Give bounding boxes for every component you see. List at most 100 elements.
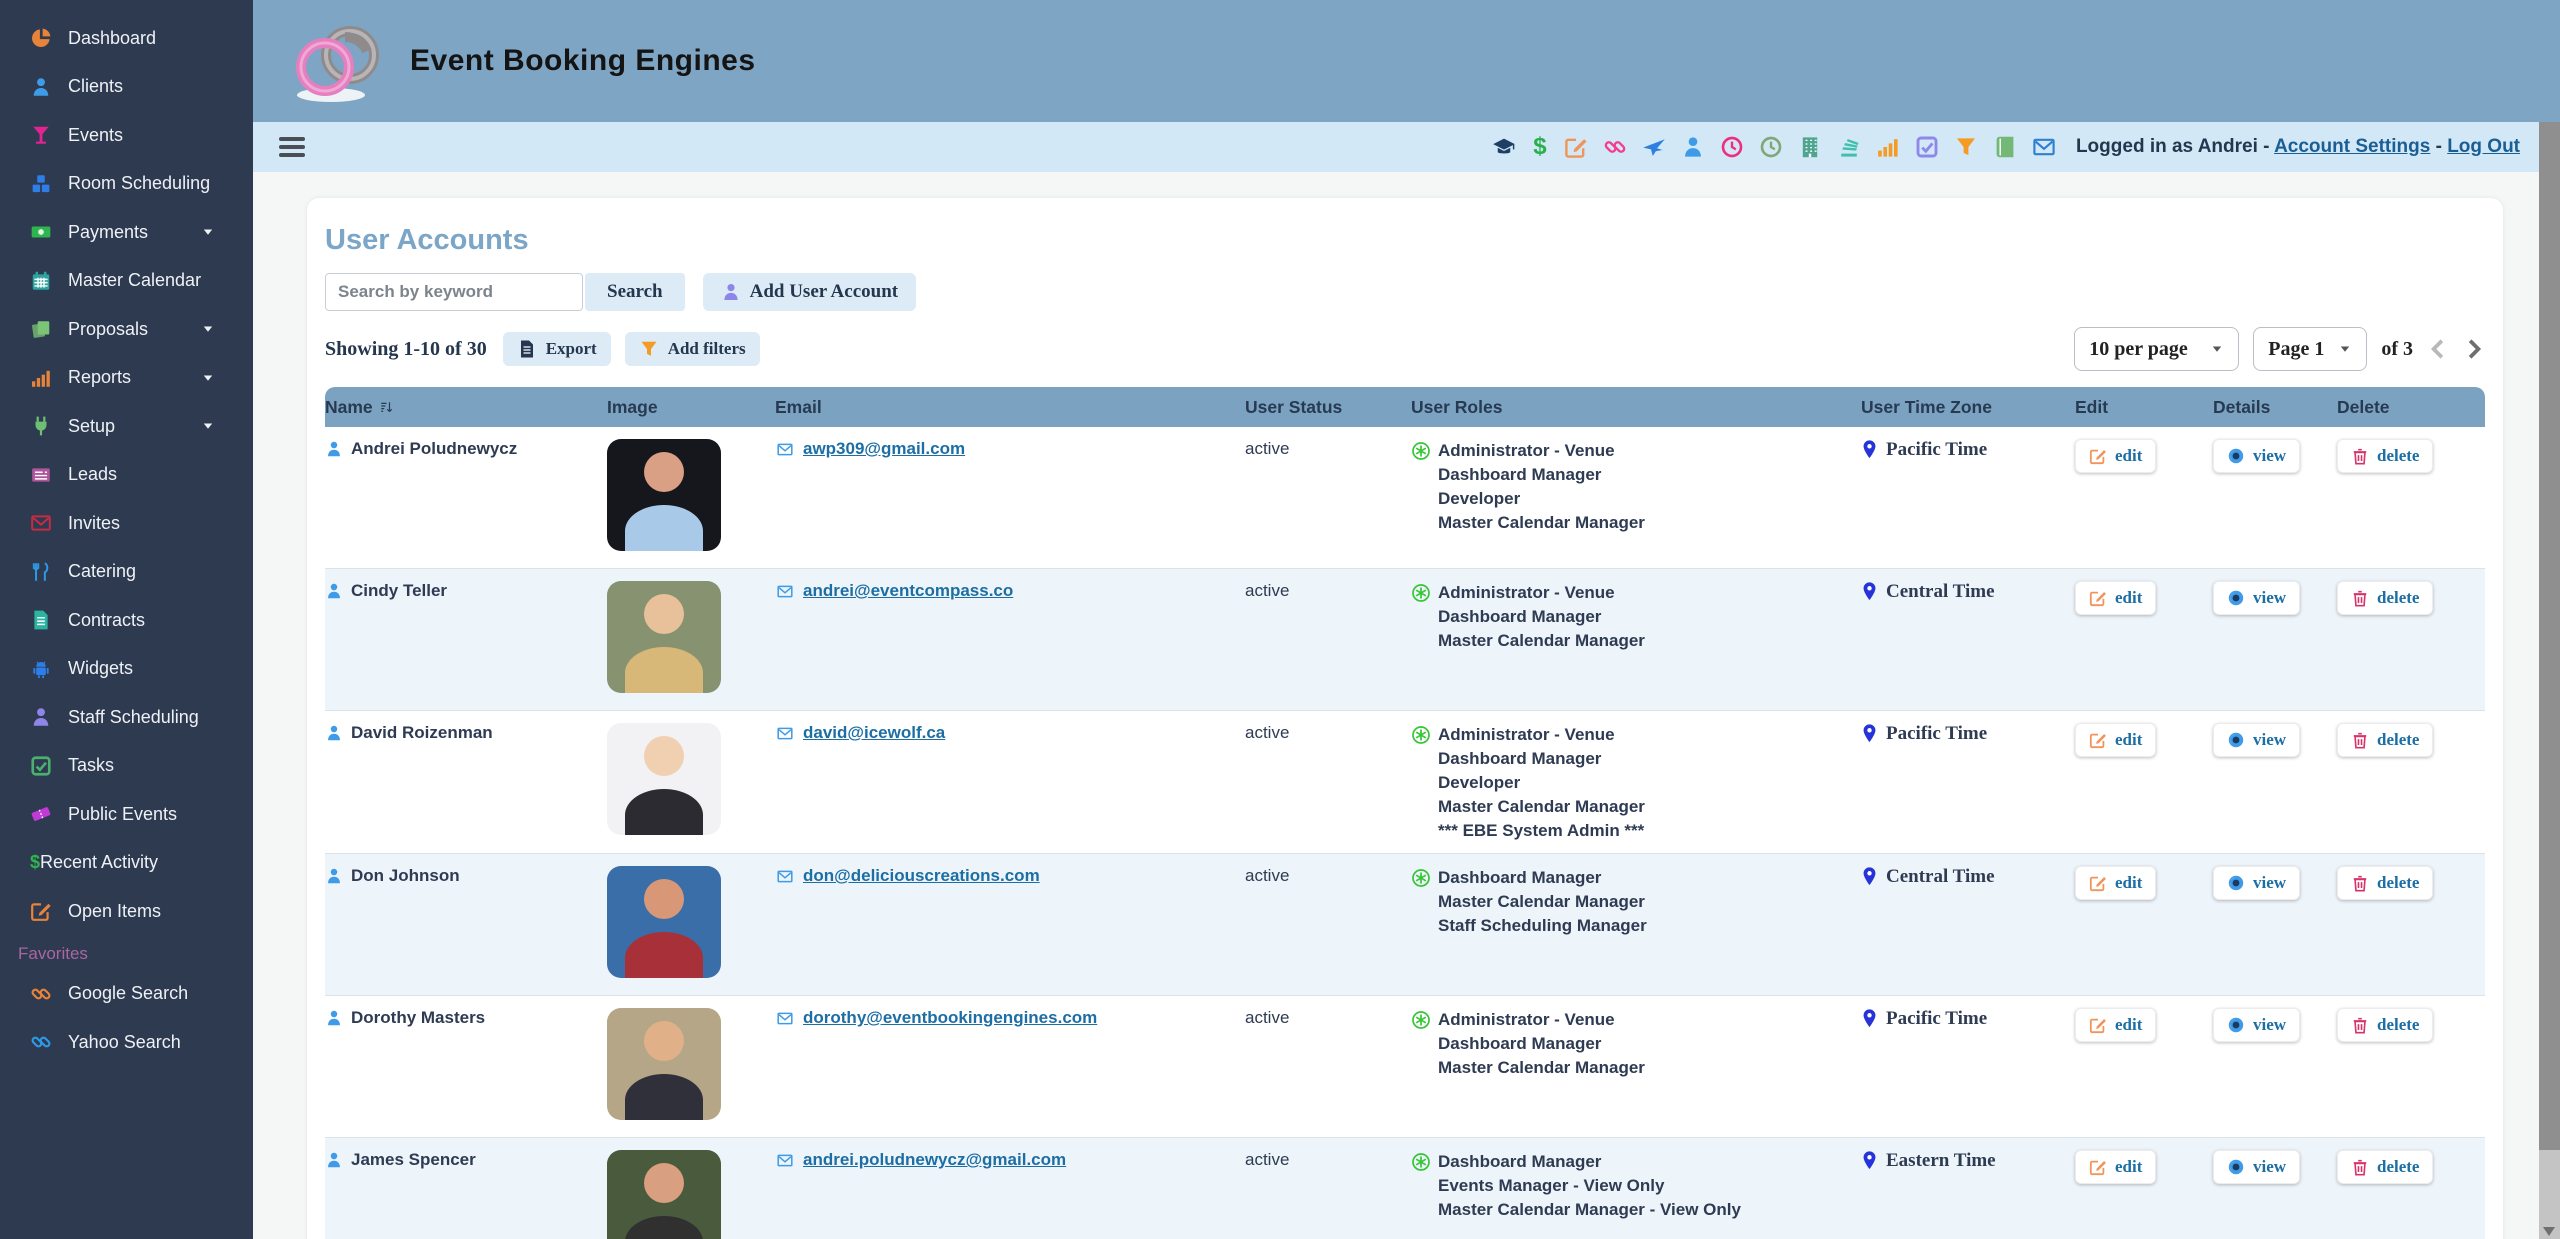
email-link[interactable]: don@deliciouscreations.com — [803, 866, 1040, 886]
view-button[interactable]: view — [2213, 1008, 2300, 1042]
column-header-details[interactable]: Details — [2213, 397, 2337, 418]
email-link[interactable]: andrei.poludnewycz@gmail.com — [803, 1150, 1066, 1170]
sidebar-item-invites[interactable]: Invites — [0, 499, 253, 548]
building-icon[interactable] — [1798, 135, 1822, 159]
sidebar-item-payments[interactable]: Payments — [0, 208, 253, 257]
pencil-square-icon[interactable] — [1564, 135, 1588, 159]
vertical-scrollbar[interactable] — [2539, 122, 2560, 1239]
user-avatar — [607, 439, 721, 551]
email-link[interactable]: dorothy@eventbookingengines.com — [803, 1008, 1097, 1028]
sidebar-item-recent-activity[interactable]: $Recent Activity — [0, 839, 253, 888]
paper-plane-icon[interactable] — [1642, 135, 1666, 159]
delete-button[interactable]: delete — [2337, 581, 2433, 615]
column-header-image[interactable]: Image — [607, 397, 775, 418]
add-filters-button[interactable]: Add filters — [625, 332, 760, 366]
scrollbar-down-arrow[interactable] — [2543, 1227, 2555, 1236]
column-header-user-roles[interactable]: User Roles — [1411, 397, 1861, 418]
export-button[interactable]: Export — [503, 332, 611, 366]
sidebar-item-label: Recent Activity — [40, 852, 235, 873]
delete-button[interactable]: delete — [2337, 1150, 2433, 1184]
graduation-cap-icon[interactable] — [1492, 135, 1516, 159]
sidebar-item-contracts[interactable]: Contracts — [0, 596, 253, 645]
sidebar-item-clients[interactable]: Clients — [0, 63, 253, 112]
column-header-email[interactable]: Email — [775, 397, 1245, 418]
sidebar-item-leads[interactable]: Leads — [0, 451, 253, 500]
per-page-select[interactable]: 10 per page — [2074, 327, 2239, 371]
sidebar-item-master-calendar[interactable]: Master Calendar — [0, 257, 253, 306]
stack-icon[interactable] — [1837, 135, 1861, 159]
edit-button[interactable]: edit — [2075, 1150, 2156, 1184]
dollar-icon[interactable]: $ — [1531, 133, 1549, 161]
column-header-user-status[interactable]: User Status — [1245, 397, 1411, 418]
sidebar-item-label: Public Events — [68, 804, 235, 825]
view-button[interactable]: view — [2213, 1150, 2300, 1184]
scrollbar-thumb[interactable] — [2539, 122, 2560, 1150]
view-button[interactable]: view — [2213, 581, 2300, 615]
column-header-delete[interactable]: Delete — [2337, 397, 2485, 418]
pencil-square-icon — [2089, 1158, 2107, 1176]
edit-button[interactable]: edit — [2075, 581, 2156, 615]
user-role: Master Calendar Manager - View Only — [1438, 1198, 1851, 1222]
sidebar-item-yahoo-search[interactable]: Yahoo Search — [0, 1018, 253, 1067]
page-select[interactable]: Page 1 — [2253, 327, 2367, 371]
delete-button[interactable]: delete — [2337, 1008, 2433, 1042]
sidebar-item-catering[interactable]: Catering — [0, 548, 253, 597]
email-link[interactable]: david@icewolf.ca — [803, 723, 945, 743]
column-header-edit[interactable]: Edit — [2075, 397, 2213, 418]
email-link[interactable]: andrei@eventcompass.co — [803, 581, 1013, 601]
edit-button[interactable]: edit — [2075, 439, 2156, 473]
sidebar-item-room-scheduling[interactable]: Room Scheduling — [0, 160, 253, 209]
account-settings-link[interactable]: Account Settings — [2274, 136, 2430, 157]
sidebar-item-staff-scheduling[interactable]: Staff Scheduling — [0, 693, 253, 742]
delete-button[interactable]: delete — [2337, 866, 2433, 900]
view-button[interactable]: view — [2213, 723, 2300, 757]
previous-page-icon[interactable] — [2427, 338, 2449, 360]
log-out-link[interactable]: Log Out — [2447, 136, 2520, 157]
sidebar-item-events[interactable]: Events — [0, 111, 253, 160]
view-button[interactable]: view — [2213, 439, 2300, 473]
column-header-name[interactable]: Name — [325, 397, 607, 418]
person-icon — [325, 867, 343, 885]
delete-button[interactable]: delete — [2337, 439, 2433, 473]
user-image-cell — [607, 866, 775, 978]
filter-icon — [639, 339, 659, 359]
search-input[interactable] — [325, 273, 583, 311]
person-icon[interactable] — [1681, 135, 1705, 159]
sidebar-item-google-search[interactable]: Google Search — [0, 970, 253, 1019]
sidebar-item-public-events[interactable]: Public Events — [0, 790, 253, 839]
clock-icon[interactable] — [1759, 135, 1783, 159]
add-user-account-button[interactable]: Add User Account — [703, 273, 917, 311]
envelope-icon[interactable] — [2032, 135, 2056, 159]
email-link[interactable]: awp309@gmail.com — [803, 439, 965, 459]
book-icon[interactable] — [1993, 135, 2017, 159]
sidebar-item-open-items[interactable]: Open Items — [0, 887, 253, 936]
check-square-icon[interactable] — [1915, 135, 1939, 159]
view-button[interactable]: view — [2213, 866, 2300, 900]
sidebar-item-proposals[interactable]: Proposals — [0, 305, 253, 354]
clock-icon[interactable] — [1720, 135, 1744, 159]
column-header-user-time-zone[interactable]: User Time Zone — [1861, 397, 2075, 418]
delete-button[interactable]: delete — [2337, 723, 2433, 757]
sidebar-item-reports[interactable]: Reports — [0, 354, 253, 403]
toolbar: $ Logged in as Andrei - Account Settings… — [253, 122, 2560, 172]
user-roles-cell: Administrator - VenueDashboard ManagerDe… — [1411, 723, 1861, 843]
sidebar-item-widgets[interactable]: Widgets — [0, 645, 253, 694]
user-accounts-card: User Accounts Search Add User Account Sh… — [307, 198, 2503, 1239]
link-icon[interactable] — [1603, 135, 1627, 159]
bar-chart-icon[interactable] — [1876, 135, 1900, 159]
edit-button[interactable]: edit — [2075, 866, 2156, 900]
sidebar-item-label: Reports — [68, 367, 197, 388]
sidebar-item-dashboard[interactable]: Dashboard — [0, 14, 253, 63]
sidebar-item-tasks[interactable]: Tasks — [0, 742, 253, 791]
user-name: Don Johnson — [351, 866, 460, 886]
next-page-icon[interactable] — [2463, 338, 2485, 360]
showing-count: Showing 1-10 of 30 — [325, 338, 487, 361]
caret-icon — [197, 419, 219, 433]
menu-toggle-icon[interactable] — [279, 137, 305, 157]
sidebar-item-setup[interactable]: Setup — [0, 402, 253, 451]
filter-icon[interactable] — [1954, 135, 1978, 159]
sidebar-item-label: Leads — [68, 464, 235, 485]
search-button[interactable]: Search — [585, 273, 685, 311]
edit-button[interactable]: edit — [2075, 723, 2156, 757]
edit-button[interactable]: edit — [2075, 1008, 2156, 1042]
